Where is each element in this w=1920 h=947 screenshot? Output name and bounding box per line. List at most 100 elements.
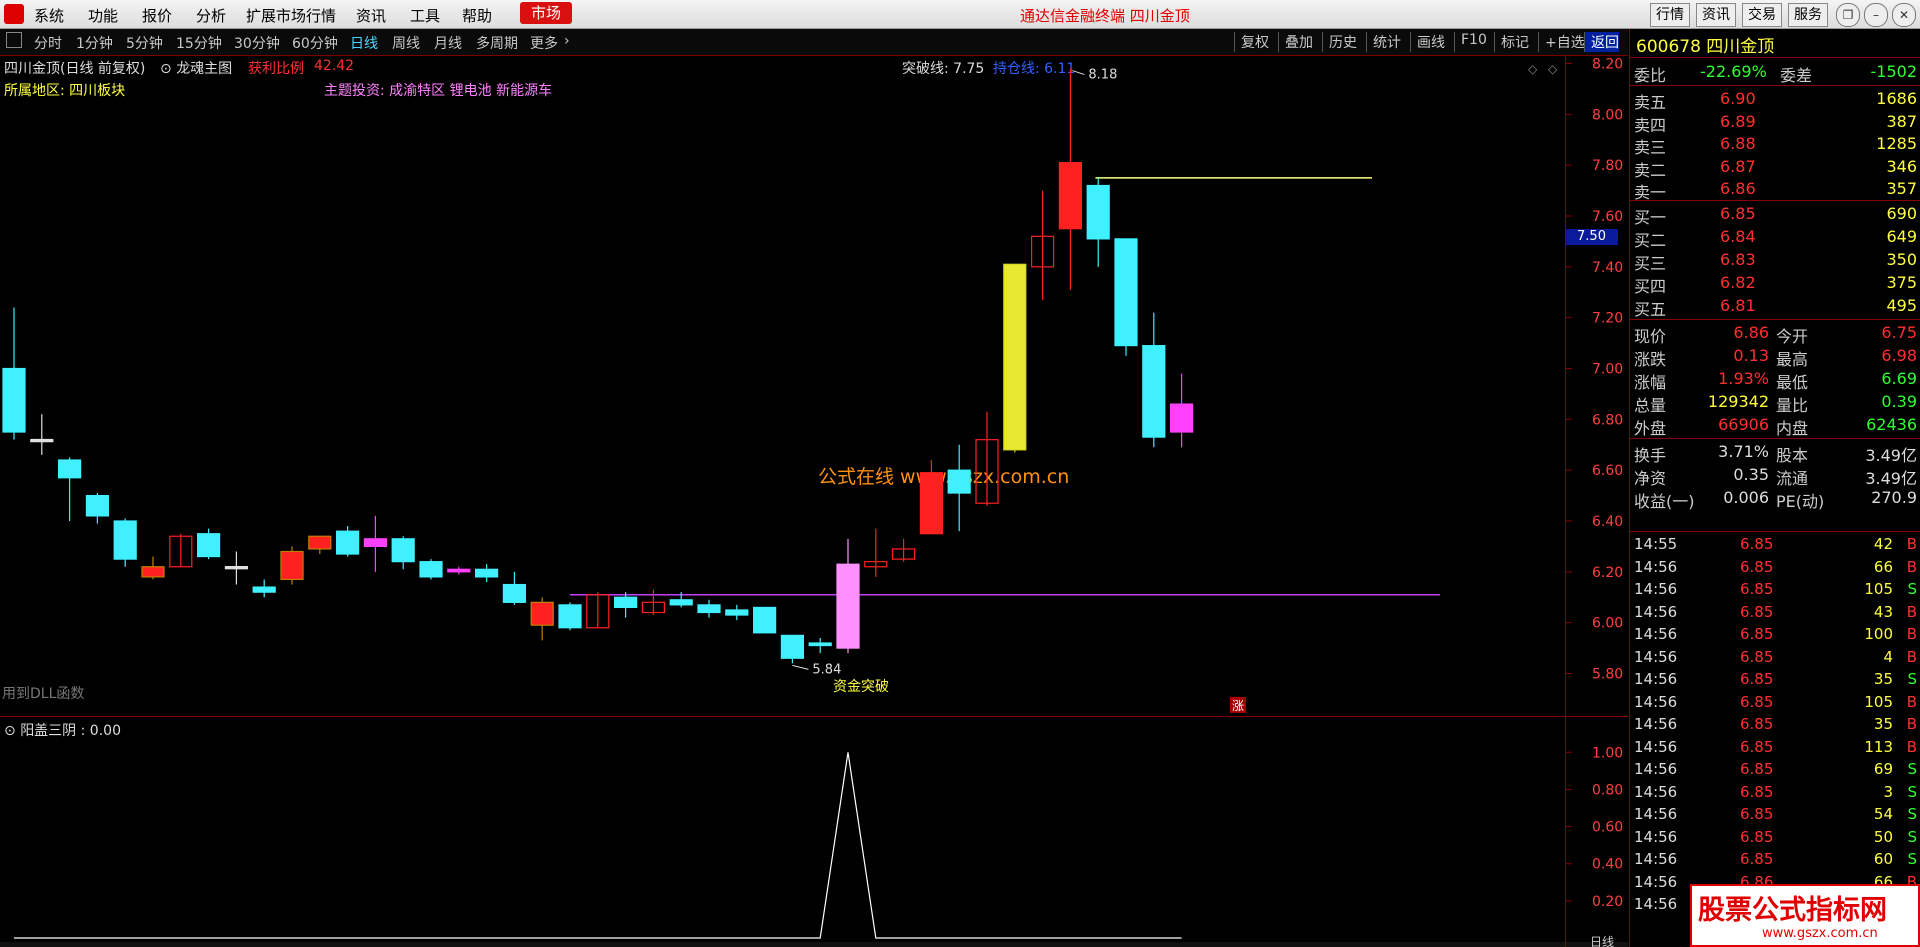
- tick-row[interactable]: 14:56 6.85 100 B: [1630, 624, 1920, 646]
- tick-side: B: [1906, 535, 1917, 553]
- sub-tick-label: 0.20: [1592, 894, 1623, 910]
- bid-row[interactable]: 买四 6.82 375: [1630, 272, 1920, 296]
- tick-volume: 105: [1864, 580, 1893, 598]
- tick-row[interactable]: 14:56 6.85 50 S: [1630, 827, 1920, 849]
- tick-side: S: [1907, 670, 1917, 688]
- news-button[interactable]: 资讯: [1696, 3, 1736, 27]
- tick-time: 14:56: [1634, 625, 1678, 643]
- ask-row[interactable]: 卖二 6.87 346: [1630, 156, 1920, 180]
- menu-tools[interactable]: 工具: [410, 5, 440, 26]
- bid-row[interactable]: 买五 6.81 495: [1630, 295, 1920, 319]
- tick-row[interactable]: 14:56 6.85 105 S: [1630, 579, 1920, 601]
- bid-label: 买五: [1634, 300, 1667, 319]
- tick-time: 14:56: [1634, 580, 1678, 598]
- stat-row[interactable]: 总量 129342 量比 0.39: [1630, 391, 1920, 415]
- tick-volume: 4: [1883, 647, 1893, 666]
- stat-row[interactable]: 收益(一) 0.006 PE(动) 270.9: [1630, 487, 1920, 511]
- tool-drawing[interactable]: 画线: [1410, 32, 1445, 52]
- period-timeshare[interactable]: 分时: [34, 33, 62, 53]
- tick-row[interactable]: 14:56 6.85 4 B: [1630, 647, 1920, 669]
- stat-row[interactable]: 净资 0.35 流通 3.49亿: [1630, 464, 1920, 488]
- menu-extended-market[interactable]: 扩展市场行情: [246, 5, 336, 26]
- menu-quote[interactable]: 报价: [142, 5, 172, 26]
- y-tick-label: 7.80: [1592, 158, 1623, 174]
- period-daily[interactable]: 日线: [350, 33, 378, 53]
- market-button[interactable]: 市场: [520, 2, 572, 24]
- period-60min[interactable]: 60分钟: [292, 33, 338, 53]
- menu-analysis[interactable]: 分析: [196, 5, 226, 26]
- stat-label: 内盘: [1776, 419, 1809, 438]
- tick-row[interactable]: 14:56 6.85 105 B: [1630, 692, 1920, 714]
- tick-row[interactable]: 14:56 6.85 54 S: [1630, 804, 1920, 826]
- bottom-axis-strip: [0, 942, 1628, 947]
- menu-help[interactable]: 帮助: [462, 5, 492, 26]
- quote-button[interactable]: 行情: [1650, 3, 1690, 27]
- close-icon[interactable]: ✕: [1892, 3, 1916, 27]
- period-multi[interactable]: 多周期: [476, 33, 518, 53]
- service-button[interactable]: 服务: [1788, 3, 1828, 27]
- tool-stats[interactable]: 统计: [1366, 32, 1401, 52]
- stat-row[interactable]: 现价 6.86 今开 6.75: [1630, 322, 1920, 346]
- period-30min[interactable]: 30分钟: [234, 33, 280, 53]
- divider: [1630, 85, 1920, 86]
- bid-row[interactable]: 买一 6.85 690: [1630, 203, 1920, 227]
- tick-row[interactable]: 14:56 6.85 3 S: [1630, 782, 1920, 804]
- bid-row[interactable]: 买三 6.83 350: [1630, 249, 1920, 273]
- tick-row[interactable]: 14:56 6.85 35 S: [1630, 669, 1920, 691]
- ask-row[interactable]: 卖三 6.88 1285: [1630, 133, 1920, 158]
- y-tick-label: 6.00: [1592, 616, 1623, 632]
- stat-row[interactable]: 涨跌 0.13 最高 6.98: [1630, 345, 1920, 369]
- bid-volume: 375: [1886, 273, 1917, 292]
- period-15min[interactable]: 15分钟: [176, 33, 222, 53]
- tick-row[interactable]: 14:55 6.85 42 B: [1630, 534, 1920, 556]
- candle-body: [391, 538, 415, 563]
- indicator-subchart[interactable]: ⊙ 阳盖三阴 : 0.00 1.00 0.80 0.60 0.40 0.20 日线: [0, 717, 1628, 947]
- bottom-label: 日线: [1590, 935, 1614, 947]
- ad-banner[interactable]: 股票公式指标网 www.gszx.com.cn: [1690, 884, 1920, 947]
- menu-info[interactable]: 资讯: [356, 5, 386, 26]
- period-weekly[interactable]: 周线: [392, 33, 420, 53]
- tick-row[interactable]: 14:56 6.85 113 B: [1630, 737, 1920, 759]
- ask-row[interactable]: 卖五 6.90 1686: [1630, 88, 1920, 112]
- restore-icon[interactable]: ❐: [1836, 3, 1860, 27]
- stat-label: 量比: [1776, 396, 1809, 415]
- tick-row[interactable]: 14:56 6.85 43 B: [1630, 602, 1920, 624]
- tick-row[interactable]: 14:56 6.85 35 B: [1630, 714, 1920, 736]
- tool-overlay[interactable]: 叠加: [1278, 32, 1313, 52]
- trade-button[interactable]: 交易: [1742, 3, 1782, 27]
- ask-label: 卖三: [1634, 138, 1667, 158]
- period-1min[interactable]: 1分钟: [76, 33, 113, 53]
- stat-row[interactable]: 涨幅 1.93% 最低 6.69: [1630, 368, 1920, 392]
- period-monthly[interactable]: 月线: [434, 33, 462, 53]
- tick-volume: 69: [1873, 760, 1893, 778]
- tool-history[interactable]: 历史: [1322, 32, 1357, 52]
- kline-chart[interactable]: 四川金顶(日线 前复权) ⊙ 龙魂主图 获利比例 42.42 突破线: 7.75…: [0, 56, 1628, 717]
- stat-value: 3.49亿: [1865, 469, 1917, 488]
- stat-row[interactable]: 换手 3.71% 股本 3.49亿: [1630, 441, 1920, 465]
- tool-add-watchlist[interactable]: +自选: [1538, 32, 1585, 52]
- candle-body: [419, 561, 443, 578]
- minimize-icon[interactable]: –: [1864, 3, 1888, 27]
- period-5min[interactable]: 5分钟: [126, 33, 163, 53]
- tick-time: 14:56: [1634, 602, 1678, 621]
- tick-row[interactable]: 14:56 6.85 60 S: [1630, 849, 1920, 871]
- ask-row[interactable]: 卖四 6.89 387: [1630, 111, 1920, 135]
- candle-body: [669, 599, 693, 606]
- tool-mark[interactable]: 标记: [1494, 32, 1529, 52]
- tool-back[interactable]: 返回: [1584, 32, 1619, 52]
- tick-row[interactable]: 14:56 6.85 66 B: [1630, 557, 1920, 579]
- menu-system[interactable]: 系统: [34, 5, 64, 26]
- tick-side: S: [1907, 827, 1917, 846]
- ask-row[interactable]: 卖一 6.86 357: [1630, 178, 1920, 202]
- menu-function[interactable]: 功能: [88, 5, 118, 26]
- tool-restore-rights[interactable]: 复权: [1234, 32, 1269, 52]
- y-tick-label: 6.40: [1592, 514, 1623, 530]
- tick-volume: 54: [1873, 805, 1893, 823]
- bid-row[interactable]: 买二 6.84 649: [1630, 226, 1920, 250]
- chevron-right-icon[interactable]: ›: [564, 33, 570, 49]
- period-more[interactable]: 更多: [530, 33, 558, 53]
- tick-row[interactable]: 14:56 6.85 69 S: [1630, 759, 1920, 781]
- panel-toggle-icon[interactable]: [6, 32, 22, 48]
- tool-f10[interactable]: F10: [1454, 32, 1487, 52]
- stat-row[interactable]: 外盘 66906 内盘 62436: [1630, 414, 1920, 438]
